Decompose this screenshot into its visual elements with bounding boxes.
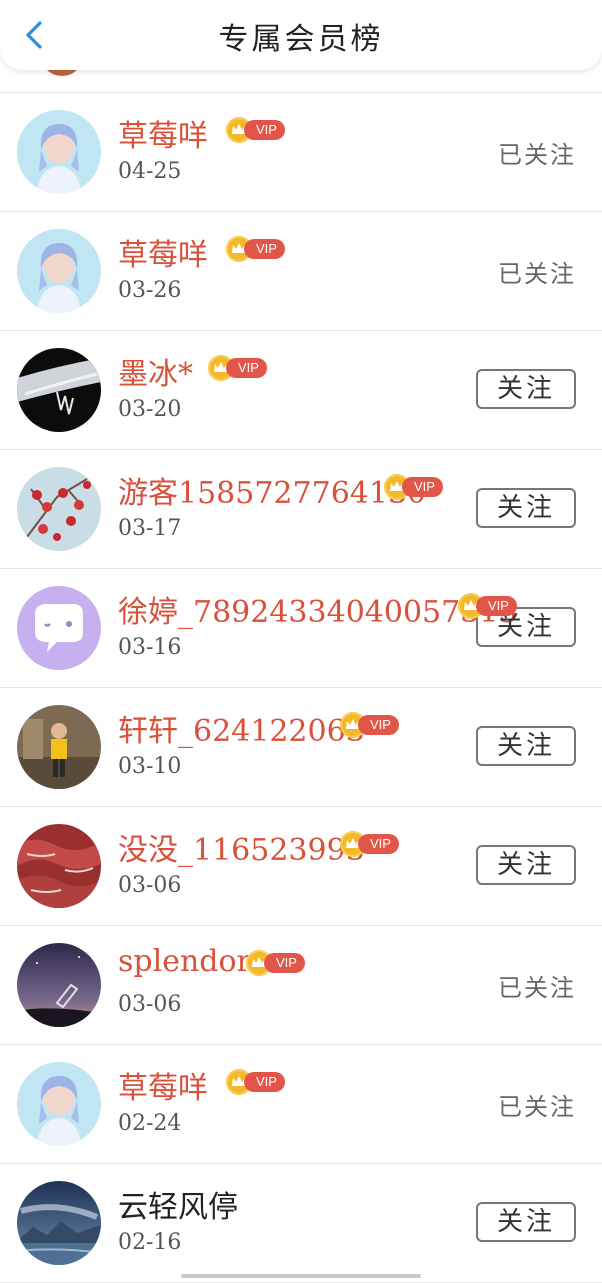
- member-date: 03-06: [118, 873, 182, 898]
- member-row[interactable]: 云轻风停 02-16 关注: [0, 1163, 602, 1283]
- member-row[interactable]: 墨冰* VIP 03-20 关注: [0, 330, 602, 449]
- avatar[interactable]: [17, 705, 101, 789]
- vip-badge: VIP: [458, 593, 517, 619]
- member-row[interactable]: 草莓咩 VIP 03-26 已关注: [0, 211, 602, 330]
- member-name: 草莓咩: [118, 119, 208, 154]
- follow-button[interactable]: 关注: [476, 369, 576, 409]
- avatar[interactable]: [17, 1181, 101, 1265]
- follow-button[interactable]: 关注: [476, 845, 576, 885]
- followed-status[interactable]: 已关注: [498, 254, 576, 289]
- vip-badge: VIP: [340, 831, 399, 857]
- member-date: 04-25: [118, 159, 182, 184]
- member-row[interactable]: 草莓咩 VIP 04-25 已关注: [0, 92, 602, 211]
- member-name: 轩轩_624122063: [118, 714, 365, 749]
- vip-badge: VIP: [208, 355, 267, 381]
- avatar[interactable]: [17, 467, 101, 551]
- member-row[interactable]: 草莓咩 VIP 02-24 已关注: [0, 1044, 602, 1163]
- avatar[interactable]: [17, 943, 101, 1027]
- avatar[interactable]: [17, 824, 101, 908]
- member-date: 03-10: [118, 754, 182, 779]
- followed-status[interactable]: 已关注: [498, 1087, 576, 1122]
- member-name: 草莓咩: [118, 1071, 208, 1106]
- vip-badge: VIP: [246, 950, 305, 976]
- vip-badge: VIP: [226, 236, 285, 262]
- member-row[interactable]: 轩轩_624122063 VIP 03-10 关注: [0, 687, 602, 806]
- member-date: 02-24: [118, 1111, 182, 1136]
- member-date: 02-16: [118, 1230, 182, 1255]
- member-name: 没没_116523993: [118, 833, 365, 868]
- vip-badge: VIP: [226, 117, 285, 143]
- page-title: 专属会员榜: [218, 22, 384, 57]
- vip-badge: VIP: [384, 474, 443, 500]
- member-name: 云轻风停: [118, 1190, 238, 1225]
- member-date: 03-20: [118, 397, 182, 422]
- member-row[interactable]: 徐婷_78924334040057315 关注 VIP 03-16: [0, 568, 602, 687]
- follow-button[interactable]: 关注: [476, 726, 576, 766]
- followed-status[interactable]: 已关注: [498, 135, 576, 170]
- member-date: 03-16: [118, 635, 182, 660]
- member-name: 草莓咩: [118, 238, 208, 273]
- member-row[interactable]: 没没_116523993 VIP 03-06 关注: [0, 806, 602, 925]
- member-name: 游客1585727764130: [118, 476, 427, 511]
- member-date: 03-06: [118, 992, 182, 1017]
- member-row[interactable]: 游客1585727764130 VIP 03-17 关注: [0, 449, 602, 568]
- follow-button[interactable]: 关注: [476, 488, 576, 528]
- member-name: 墨冰*: [118, 357, 193, 392]
- avatar[interactable]: [17, 586, 101, 670]
- avatar[interactable]: [17, 229, 101, 313]
- followed-status[interactable]: 已关注: [498, 968, 576, 1003]
- member-name: splendor: [118, 944, 251, 979]
- top-bar: 专属会员榜: [0, 0, 602, 70]
- member-date: 03-17: [118, 516, 182, 541]
- member-date: 03-26: [118, 278, 182, 303]
- follow-button[interactable]: 关注: [476, 1202, 576, 1242]
- vip-badge: VIP: [340, 712, 399, 738]
- avatar[interactable]: [17, 1062, 101, 1146]
- vip-badge: VIP: [226, 1069, 285, 1095]
- member-row[interactable]: splendor VIP 03-06 已关注: [0, 925, 602, 1044]
- avatar[interactable]: [17, 110, 101, 194]
- home-indicator: [181, 1274, 421, 1278]
- avatar[interactable]: [17, 348, 101, 432]
- member-list: 草莓咩 VIP 04-25 已关注 草莓咩 VIP 03-26 已关注 墨冰* …: [0, 92, 602, 1283]
